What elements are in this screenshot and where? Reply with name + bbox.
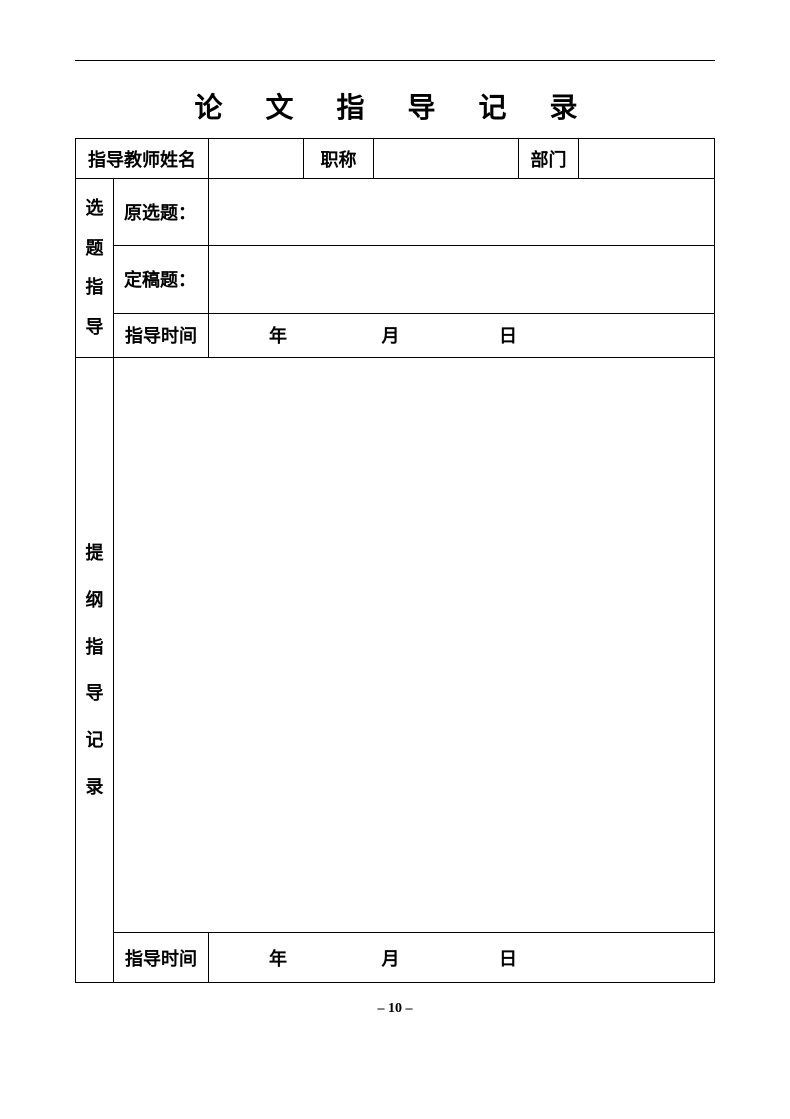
page-title: 论 文 指 导 记 录 <box>75 86 715 126</box>
header-divider <box>75 60 715 61</box>
final-topic-value <box>209 246 715 313</box>
teacher-name-value <box>209 139 304 179</box>
outline-guidance-section-label: 提纲指导记录 <box>76 358 114 983</box>
original-topic-value <box>209 179 715 246</box>
page-number: – 10 – <box>75 1001 715 1017</box>
topic-time-label: 指导时间 <box>114 313 209 358</box>
outline-time-label: 指导时间 <box>114 933 209 983</box>
department-label: 部门 <box>519 139 579 179</box>
final-topic-label: 定稿题： <box>114 246 209 313</box>
job-title-label: 职称 <box>304 139 374 179</box>
topic-time-value: 年 月 日 <box>209 313 715 358</box>
outline-time-value: 年 月 日 <box>209 933 715 983</box>
original-topic-label: 原选题： <box>114 179 209 246</box>
department-value <box>579 139 715 179</box>
teacher-name-label: 指导教师姓名 <box>76 139 209 179</box>
topic-guidance-section-label: 选题指导 <box>76 179 114 358</box>
guidance-record-table: 指导教师姓名 职称 部门 选题指导 原选题： 定稿题： 指导时间 年 月 日 提… <box>75 138 715 983</box>
outline-guidance-content <box>114 358 715 933</box>
job-title-value <box>374 139 519 179</box>
